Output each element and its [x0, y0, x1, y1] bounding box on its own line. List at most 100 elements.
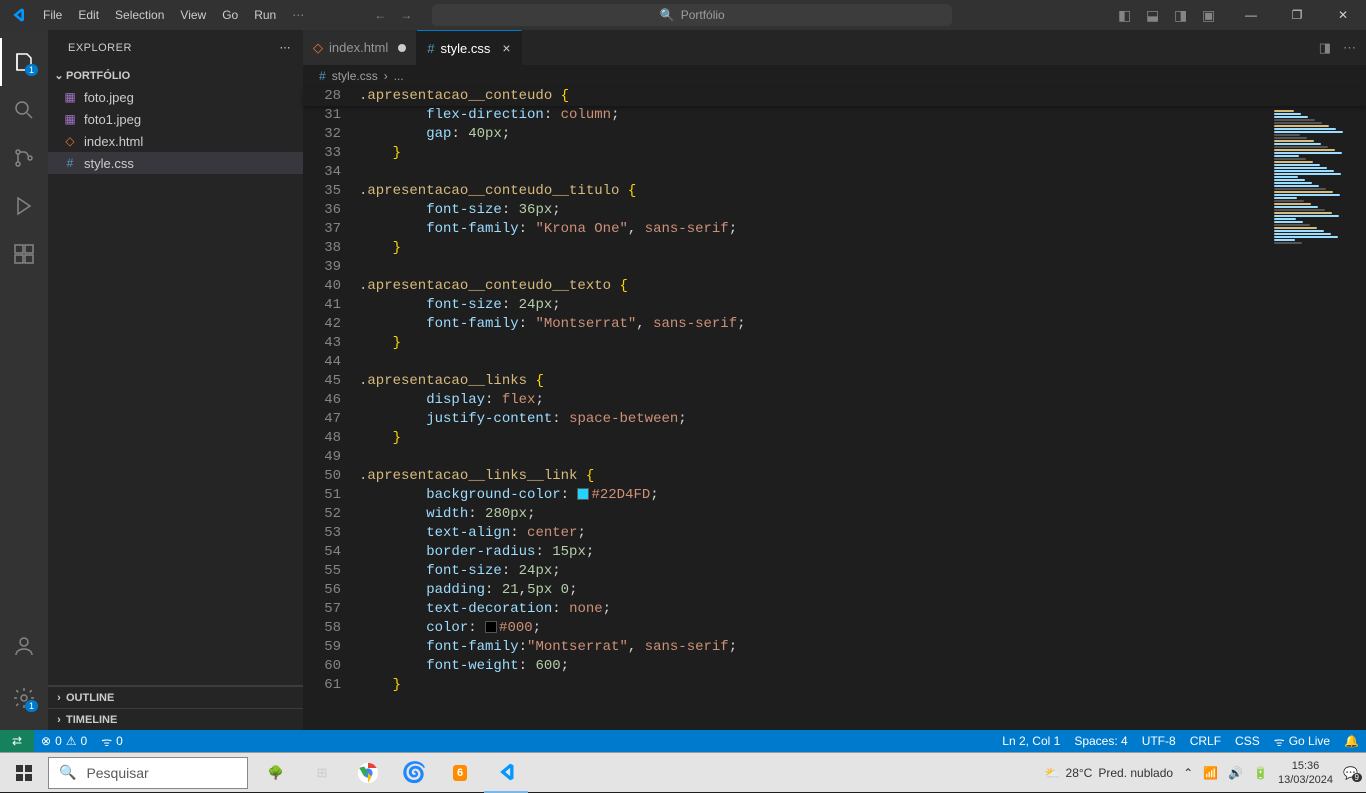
- window-controls: — ❐ ✕: [1228, 0, 1366, 30]
- taskbar-search[interactable]: 🔍 Pesquisar: [48, 757, 248, 789]
- explorer-title: EXPLORER: [68, 42, 132, 54]
- tab-style.css[interactable]: #style.css×: [417, 30, 521, 65]
- minimap[interactable]: [1270, 106, 1366, 730]
- broadcast-icon: ᯤ: [1274, 733, 1285, 750]
- search-icon: 🔍: [59, 764, 76, 781]
- breadcrumb[interactable]: # style.css › ...: [303, 65, 1366, 87]
- run-debug-icon[interactable]: [0, 182, 48, 230]
- language-mode[interactable]: CSS: [1228, 734, 1267, 748]
- image-file-icon: ▦: [62, 90, 78, 104]
- status-bar: ⇄ ⊗0 ⚠0 ᯤ0 Ln 2, Col 1 Spaces: 4 UTF-8 C…: [0, 730, 1366, 752]
- chevron-down-icon: ⌄: [52, 69, 66, 82]
- cursor-position[interactable]: Ln 2, Col 1: [995, 734, 1067, 748]
- code-content[interactable]: flex-direction: column; gap: 40px; } .ap…: [359, 106, 1270, 730]
- timeline-section[interactable]: › TIMELINE: [48, 708, 303, 730]
- toggle-secondary-sidebar-icon[interactable]: ◨: [1174, 7, 1190, 23]
- breadcrumb-file: style.css: [332, 69, 378, 83]
- vscode-logo-icon: [0, 7, 35, 23]
- customize-layout-icon[interactable]: ▣: [1202, 7, 1218, 23]
- task-view-icon[interactable]: ⊞: [300, 753, 344, 793]
- file-item-foto.jpeg[interactable]: ▦foto.jpeg: [48, 86, 303, 108]
- more-editor-actions-icon[interactable]: ⋯: [1343, 40, 1356, 56]
- error-icon: ⊗: [41, 734, 51, 748]
- toggle-primary-sidebar-icon[interactable]: ◧: [1118, 7, 1134, 23]
- vscode-taskbar-icon[interactable]: [484, 753, 528, 793]
- command-center[interactable]: 🔍 Portfólio: [432, 4, 952, 26]
- menu-selection[interactable]: Selection: [107, 0, 172, 30]
- explorer-icon[interactable]: 1: [0, 38, 48, 86]
- dirty-indicator-icon: [398, 44, 406, 52]
- file-tree: ▦foto.jpeg▦foto1.jpeg◇index.html#style.c…: [48, 84, 303, 176]
- accounts-icon[interactable]: [0, 622, 48, 670]
- chevron-right-icon: ›: [52, 714, 66, 726]
- settings-gear-icon[interactable]: 1: [0, 674, 48, 722]
- nav-forward-icon[interactable]: →: [400, 8, 412, 22]
- menu-overflow-icon[interactable]: ⋯: [292, 8, 304, 22]
- app-icon[interactable]: 6: [438, 753, 482, 793]
- menu-file[interactable]: File: [35, 0, 70, 30]
- ports-indicator[interactable]: ᯤ0: [94, 733, 130, 750]
- search-activity-icon[interactable]: [0, 86, 48, 134]
- line-gutter: 3132333435363738394041424344454647484950…: [303, 106, 359, 730]
- taskbar-widget-icon[interactable]: 🌳: [254, 753, 298, 793]
- nav-arrows: ← →: [374, 8, 412, 22]
- html-file-icon: ◇: [62, 134, 78, 148]
- titlebar: FileEditSelectionViewGoRun ⋯ ← → 🔍 Portf…: [0, 0, 1366, 30]
- file-item-index.html[interactable]: ◇index.html: [48, 130, 303, 152]
- project-name: PORTFÓLIO: [66, 70, 130, 82]
- code-editor[interactable]: 3132333435363738394041424344454647484950…: [303, 87, 1366, 730]
- go-live-button[interactable]: ᯤ Go Live: [1267, 733, 1337, 750]
- css-file-icon: #: [62, 156, 78, 170]
- split-editor-icon[interactable]: ◨: [1319, 40, 1331, 56]
- outline-section[interactable]: › OUTLINE: [48, 686, 303, 708]
- close-tab-icon[interactable]: ×: [502, 40, 510, 56]
- windows-taskbar: 🔍 Pesquisar 🌳 ⊞ 🌀 6 ⛅ 28°C Pred. nublado…: [0, 752, 1366, 792]
- source-control-icon[interactable]: [0, 134, 48, 182]
- file-item-style.css[interactable]: #style.css: [48, 152, 303, 174]
- css-file-icon: #: [319, 69, 326, 83]
- layout-controls: ◧ ⬓ ◨ ▣: [1108, 7, 1228, 23]
- search-placeholder: Pesquisar: [86, 765, 148, 781]
- project-folder-header[interactable]: ⌄ PORTFÓLIO: [48, 67, 303, 84]
- more-actions-icon[interactable]: ⋯: [280, 41, 292, 54]
- indentation[interactable]: Spaces: 4: [1067, 734, 1134, 748]
- sidebar: EXPLORER ⋯ ⌄ PORTFÓLIO ▦foto.jpeg▦foto1.…: [48, 30, 303, 730]
- menu-run[interactable]: Run: [246, 0, 284, 30]
- remote-button[interactable]: ⇄: [0, 730, 34, 752]
- chevron-right-icon: ›: [384, 69, 388, 83]
- tab-index.html[interactable]: ◇index.html: [303, 30, 417, 65]
- file-type-icon: #: [427, 41, 434, 56]
- radio-icon: ᯤ: [101, 733, 112, 750]
- minimize-button[interactable]: —: [1228, 0, 1274, 30]
- chrome-icon[interactable]: [346, 753, 390, 793]
- maximize-button[interactable]: ❐: [1274, 0, 1320, 30]
- encoding[interactable]: UTF-8: [1135, 734, 1183, 748]
- sidebar-header: EXPLORER ⋯: [48, 30, 303, 65]
- close-button[interactable]: ✕: [1320, 0, 1366, 30]
- menu-go[interactable]: Go: [214, 0, 246, 30]
- sticky-scroll[interactable]: 28 .apresentacao__conteudo {: [303, 87, 1366, 106]
- activity-bar: 1 1: [0, 30, 48, 730]
- toggle-panel-icon[interactable]: ⬓: [1146, 7, 1162, 23]
- file-item-foto1.jpeg[interactable]: ▦foto1.jpeg: [48, 108, 303, 130]
- ccleaner-icon[interactable]: 🌀: [392, 753, 436, 793]
- settings-badge: 1: [25, 700, 38, 712]
- search-text: Portfólio: [681, 8, 725, 22]
- file-type-icon: ◇: [313, 40, 323, 56]
- breadcrumb-rest: ...: [394, 69, 404, 83]
- search-icon: 🔍: [660, 8, 675, 22]
- explorer-badge: 1: [25, 64, 38, 76]
- notifications-icon[interactable]: 🔔: [1337, 734, 1366, 748]
- extensions-icon[interactable]: [0, 230, 48, 278]
- clock[interactable]: 15:36 13/03/2024: [1278, 759, 1333, 787]
- errors-warnings[interactable]: ⊗0 ⚠0: [34, 734, 94, 748]
- image-file-icon: ▦: [62, 112, 78, 126]
- start-button[interactable]: [0, 753, 48, 793]
- menu-view[interactable]: View: [172, 0, 214, 30]
- chevron-right-icon: ›: [52, 692, 66, 704]
- editor-area: ◇index.html#style.css× ◨ ⋯ # style.css ›…: [303, 30, 1366, 730]
- nav-back-icon[interactable]: ←: [374, 8, 386, 22]
- menu-edit[interactable]: Edit: [70, 0, 107, 30]
- eol[interactable]: CRLF: [1183, 734, 1228, 748]
- editor-tabs: ◇index.html#style.css× ◨ ⋯: [303, 30, 1366, 65]
